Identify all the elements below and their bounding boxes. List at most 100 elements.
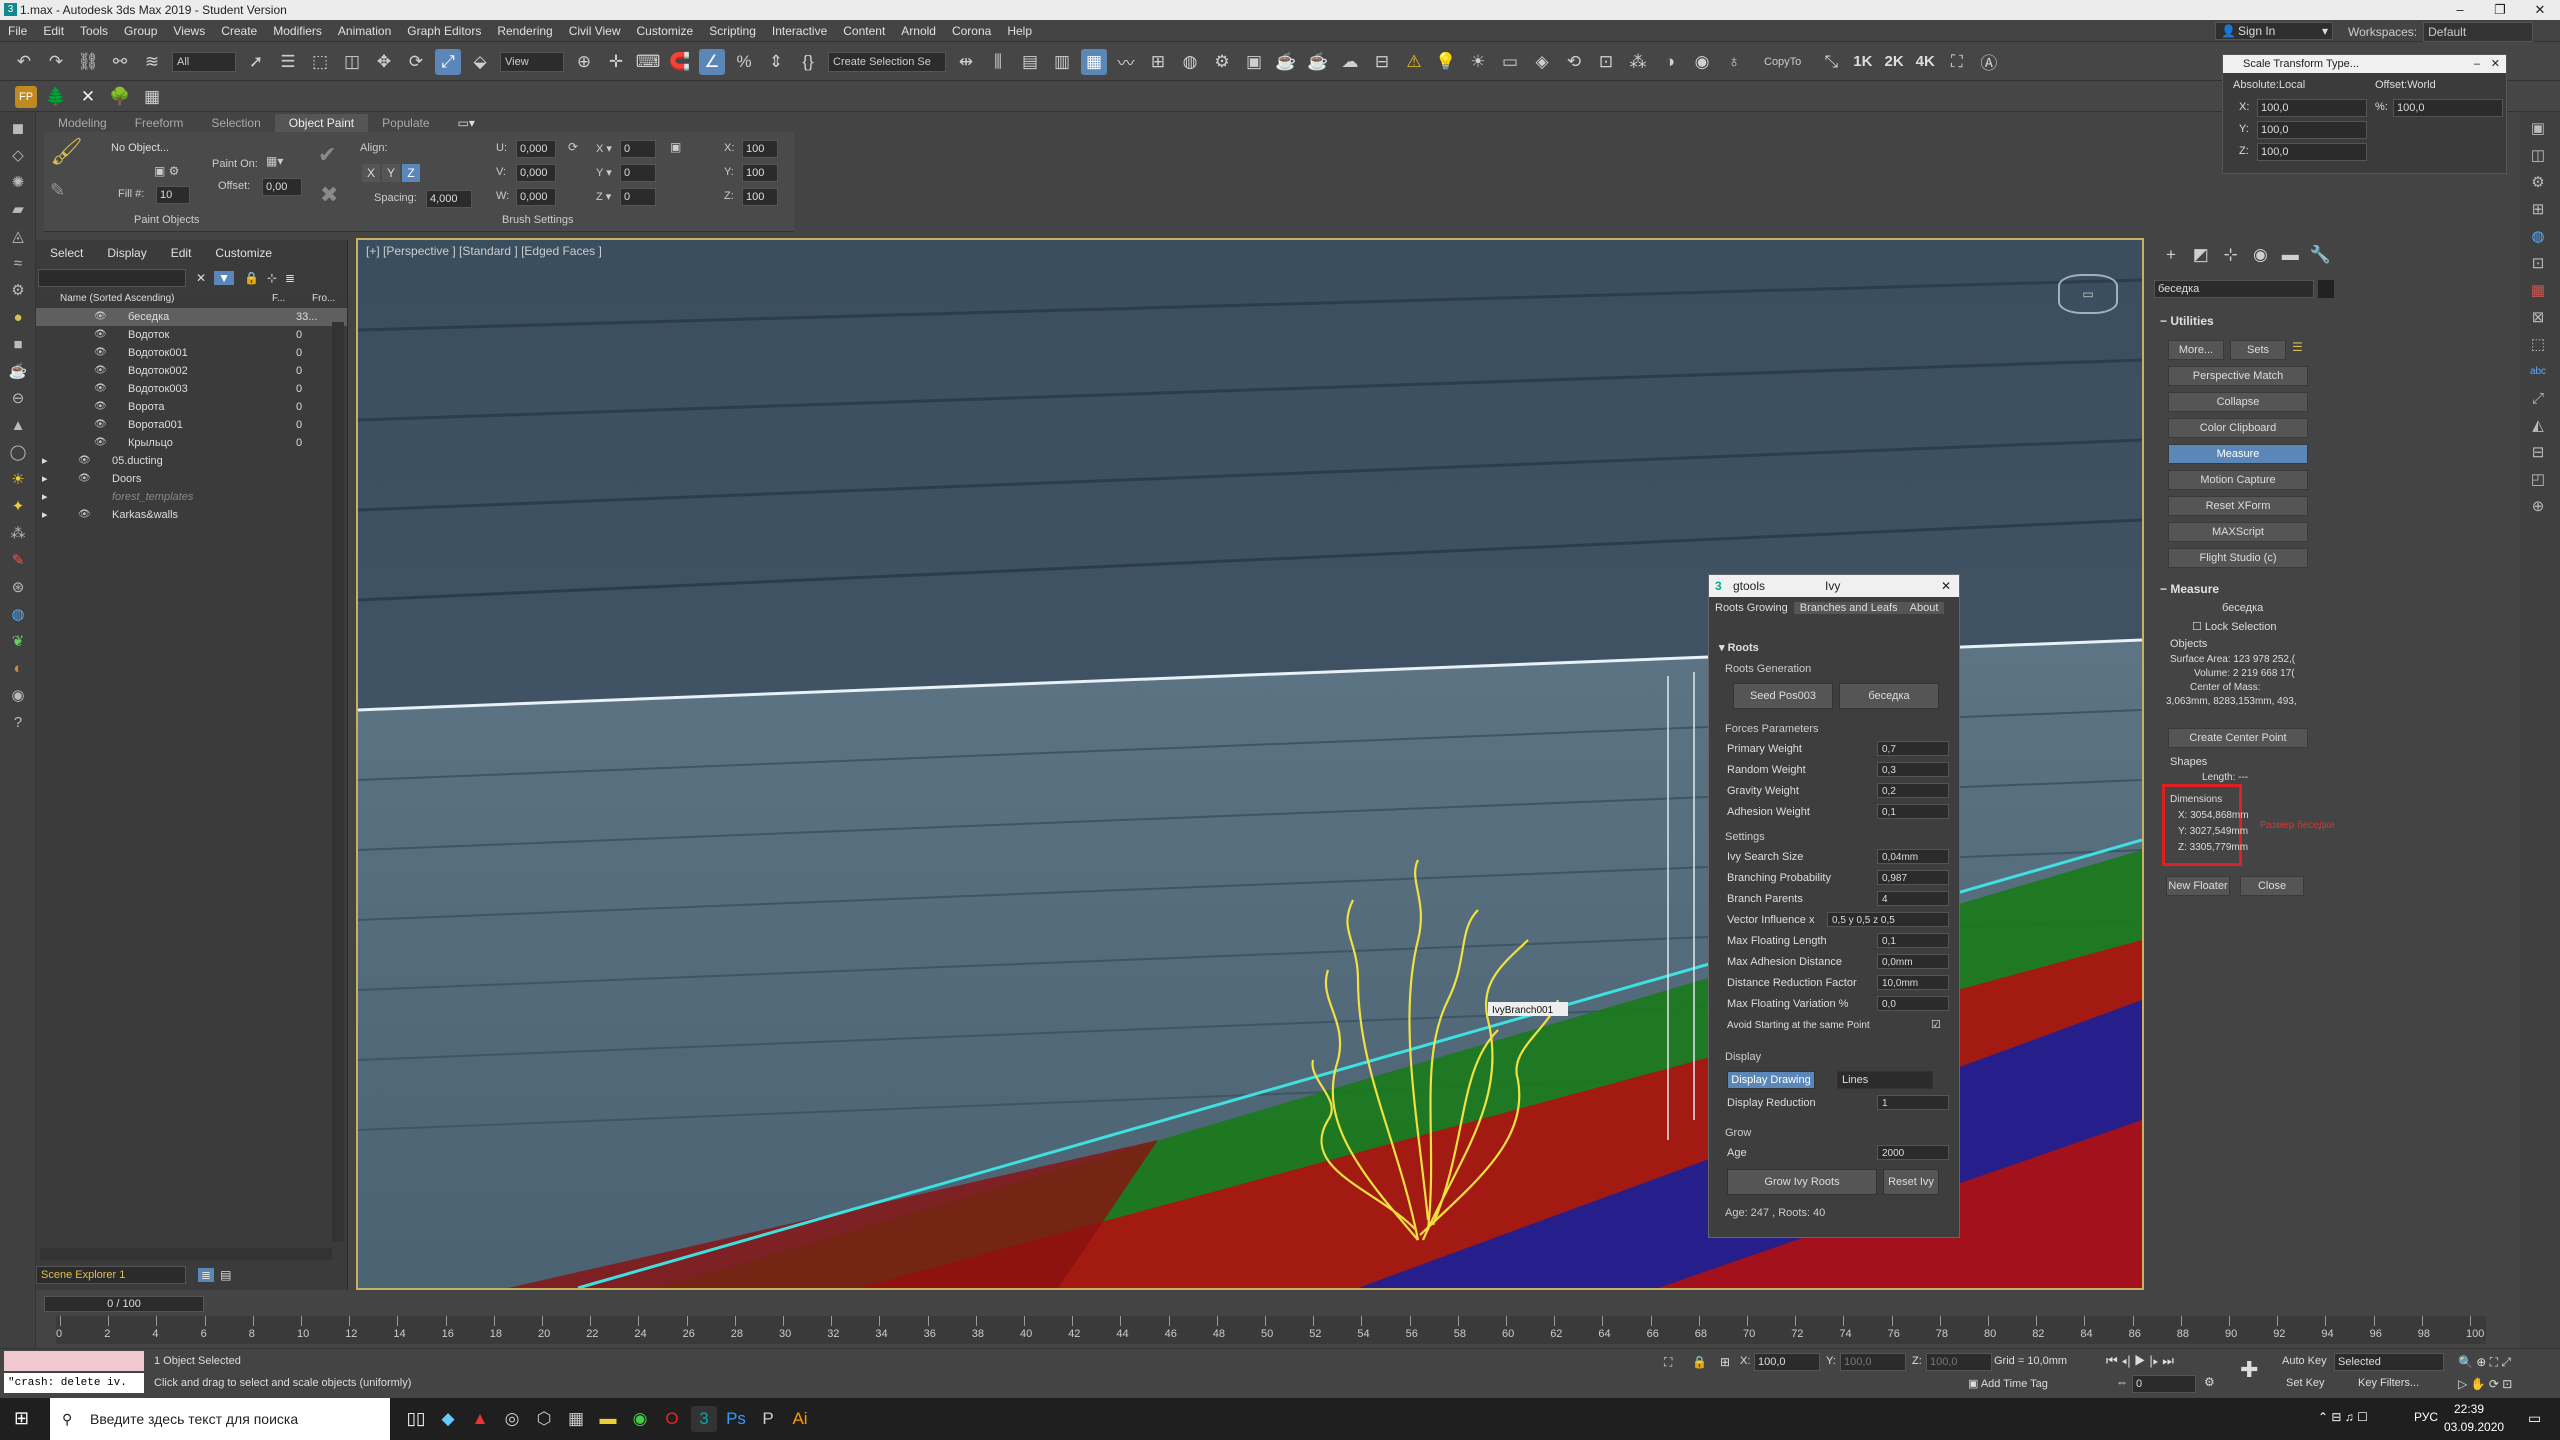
- align-icon[interactable]: ⫼: [985, 49, 1011, 75]
- copyto-label[interactable]: CopyTo: [1764, 56, 1801, 68]
- scene-hscrollbar[interactable]: [40, 1248, 332, 1260]
- measure-rollout[interactable]: − Measure: [2160, 582, 2219, 596]
- light-icon[interactable]: 💡: [1433, 49, 1459, 75]
- tab-modeling[interactable]: Modeling: [44, 114, 121, 132]
- render-1k-button[interactable]: 1K: [1853, 53, 1872, 70]
- layer-row[interactable]: ▸ 👁 Karkas&walls: [36, 506, 347, 524]
- strip-icon[interactable]: ◫: [2525, 144, 2551, 166]
- clock-date[interactable]: 03.09.2020: [2444, 1420, 2504, 1434]
- scene-row[interactable]: 👁 Крыльцо 0: [36, 434, 347, 452]
- chrome-icon[interactable]: ◉: [627, 1406, 653, 1432]
- reset-xform-button[interactable]: Reset XForm: [2168, 496, 2308, 516]
- create-helpers-icon[interactable]: ◬: [5, 225, 31, 247]
- scene-row[interactable]: 👁 Ворота 0: [36, 398, 347, 416]
- eye-icon[interactable]: 👁: [94, 362, 107, 380]
- corona-camera-icon[interactable]: ◉: [1689, 49, 1715, 75]
- photoshop-icon[interactable]: Ps: [723, 1406, 749, 1432]
- key-selected-dropdown[interactable]: Selected: [2334, 1353, 2444, 1371]
- menu-arnold[interactable]: Arnold: [893, 20, 944, 42]
- scatter-icon[interactable]: ⊛: [5, 576, 31, 598]
- tab-freeform[interactable]: Freeform: [121, 114, 198, 132]
- store-icon[interactable]: ▦: [563, 1406, 589, 1432]
- systems-icon[interactable]: ⚙: [5, 279, 31, 301]
- close-icon[interactable]: ✕: [2491, 55, 2500, 73]
- scale-y-field[interactable]: 100: [742, 164, 778, 182]
- key-mode-icon[interactable]: ⇔: [2116, 1375, 2128, 1389]
- zoom-extents-icon[interactable]: ⛶: [1944, 49, 1970, 75]
- paint-on-icon[interactable]: ▦▾: [266, 154, 283, 168]
- create-shapes-icon[interactable]: ◇: [5, 144, 31, 166]
- percent-snap-icon[interactable]: %: [731, 49, 757, 75]
- branch-parents-field[interactable]: 4: [1877, 891, 1949, 906]
- toggle-ribbon-icon[interactable]: ▦: [1081, 48, 1107, 75]
- strip-icon[interactable]: ⊠: [2525, 306, 2551, 328]
- viewport-nav-icons[interactable]: 🔍 ⊕ ⛶ ⤢: [2458, 1355, 2511, 1370]
- menu-scripting[interactable]: Scripting: [701, 20, 764, 42]
- hierarchy-icon[interactable]: ⊹: [267, 271, 277, 285]
- display-mode-dropdown[interactable]: Lines: [1837, 1071, 1933, 1089]
- cylinder-icon[interactable]: ⊖: [5, 387, 31, 409]
- render-icon[interactable]: ◉: [5, 684, 31, 706]
- absolute-mode-icon[interactable]: ⊞: [1720, 1355, 1730, 1369]
- max-adhesion-distance-field[interactable]: 0,0mm: [1877, 954, 1949, 969]
- app-icon[interactable]: ◎: [499, 1406, 525, 1432]
- corona-lister-icon[interactable]: ◑: [1657, 49, 1683, 75]
- z-coord-field[interactable]: 100,0: [1926, 1353, 1992, 1371]
- tab-object-paint[interactable]: Object Paint: [274, 114, 369, 132]
- menu-group[interactable]: Group: [116, 20, 165, 42]
- strip-icon[interactable]: ⤢: [2525, 387, 2551, 409]
- opera-icon[interactable]: O: [659, 1406, 685, 1432]
- render-production-icon[interactable]: ☕: [1273, 49, 1299, 75]
- eye-icon[interactable]: 👁: [94, 416, 107, 434]
- minimize-icon[interactable]: –: [2440, 0, 2480, 20]
- particle-icon[interactable]: ⁂: [5, 522, 31, 544]
- grow-ivy-roots-button[interactable]: Grow Ivy Roots: [1727, 1169, 1877, 1195]
- lock-selection-checkbox[interactable]: ☐ Lock Selection: [2192, 620, 2276, 633]
- menu-tools[interactable]: Tools: [72, 20, 116, 42]
- tab-selection[interactable]: Selection: [197, 114, 274, 132]
- selection-filter-dropdown[interactable]: All: [172, 51, 236, 72]
- sign-in-dropdown[interactable]: 👤 Sign In ▾: [2215, 22, 2333, 40]
- scene-row[interactable]: 👁 Водоток001 0: [36, 344, 347, 362]
- material-icon[interactable]: ◐: [5, 657, 31, 679]
- align-z-button[interactable]: Z: [402, 164, 420, 182]
- strip-icon[interactable]: ⚙: [2525, 171, 2551, 193]
- maxscript-listener-top[interactable]: [4, 1351, 144, 1371]
- undo-icon[interactable]: ↶: [11, 49, 37, 75]
- avoid-checkbox[interactable]: ☑: [1931, 1017, 1941, 1033]
- offset-v-field[interactable]: 0,000: [516, 164, 556, 182]
- tab-roots-growing[interactable]: Roots Growing: [1709, 602, 1794, 614]
- sets-button[interactable]: Sets: [2230, 340, 2286, 360]
- menu-content[interactable]: Content: [835, 20, 893, 42]
- eye-icon[interactable]: 👁: [94, 308, 107, 326]
- tab-branches-leafs[interactable]: Branches and Leafs: [1793, 602, 1904, 614]
- select-manipulate-icon[interactable]: ✛: [603, 49, 629, 75]
- corona-render-icon[interactable]: ◈: [1529, 49, 1555, 75]
- close-icon[interactable]: ✕: [1941, 575, 1951, 597]
- render-setup-icon[interactable]: ⚙: [1209, 49, 1235, 75]
- scene-menu-select[interactable]: Select: [38, 240, 95, 266]
- torus-icon[interactable]: ◯: [5, 441, 31, 463]
- y-coord-field[interactable]: 100,0: [1840, 1353, 1906, 1371]
- keyboard-shortcut-icon[interactable]: ⌨: [635, 49, 661, 75]
- select-by-name-icon[interactable]: ☰: [275, 49, 301, 75]
- input-language[interactable]: РУС: [2414, 1410, 2438, 1424]
- forest-pack-icon[interactable]: FP: [15, 85, 37, 108]
- scene-explorer-dropdown[interactable]: Scene Explorer 1: [36, 1266, 186, 1284]
- menu-animation[interactable]: Animation: [330, 20, 399, 42]
- fullscreen-icon[interactable]: ⤡: [1818, 49, 1844, 75]
- render-2k-button[interactable]: 2K: [1884, 53, 1903, 70]
- scene-row[interactable]: 👁 Ворота001 0: [36, 416, 347, 434]
- layer-explorer-mode-icon[interactable]: ▤: [220, 1268, 231, 1282]
- display-tab-icon[interactable]: ▬: [2278, 242, 2302, 268]
- 3dsmax-icon[interactable]: 3: [691, 1406, 717, 1432]
- menu-customize[interactable]: Customize: [629, 20, 702, 42]
- box-icon[interactable]: ■: [5, 333, 31, 355]
- task-view-icon[interactable]: ▯▯: [403, 1406, 429, 1432]
- eye-icon[interactable]: 👁: [94, 398, 107, 416]
- strip-icon[interactable]: ◭: [2525, 414, 2551, 436]
- rotate-x-field[interactable]: 0: [620, 140, 656, 158]
- corona-vfb-icon[interactable]: ▭: [1497, 49, 1523, 75]
- app-icon[interactable]: ⬡: [531, 1406, 557, 1432]
- scene-scrollbar[interactable]: [332, 322, 344, 1242]
